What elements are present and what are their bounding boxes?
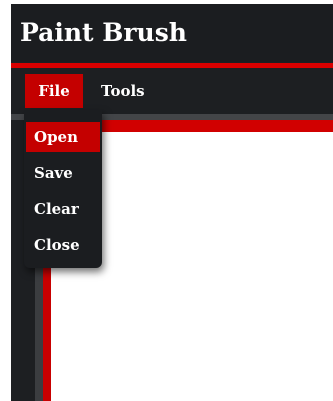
menu-bar: File Tools xyxy=(11,68,333,112)
title-bar: Paint Brush xyxy=(11,4,333,62)
file-dropdown-menu: Open Save Clear Close xyxy=(24,110,102,268)
menu-item-open[interactable]: Open xyxy=(26,122,100,152)
paint-brush-window: Paint Brush File Tools Open Save Clear C… xyxy=(11,4,333,401)
menu-item-save[interactable]: Save xyxy=(26,158,100,188)
menu-tools[interactable]: Tools xyxy=(101,74,145,108)
app-title: Paint Brush xyxy=(20,18,187,47)
menu-file[interactable]: File xyxy=(25,74,83,108)
menu-item-close[interactable]: Close xyxy=(26,230,100,260)
menu-item-clear[interactable]: Clear xyxy=(26,194,100,224)
